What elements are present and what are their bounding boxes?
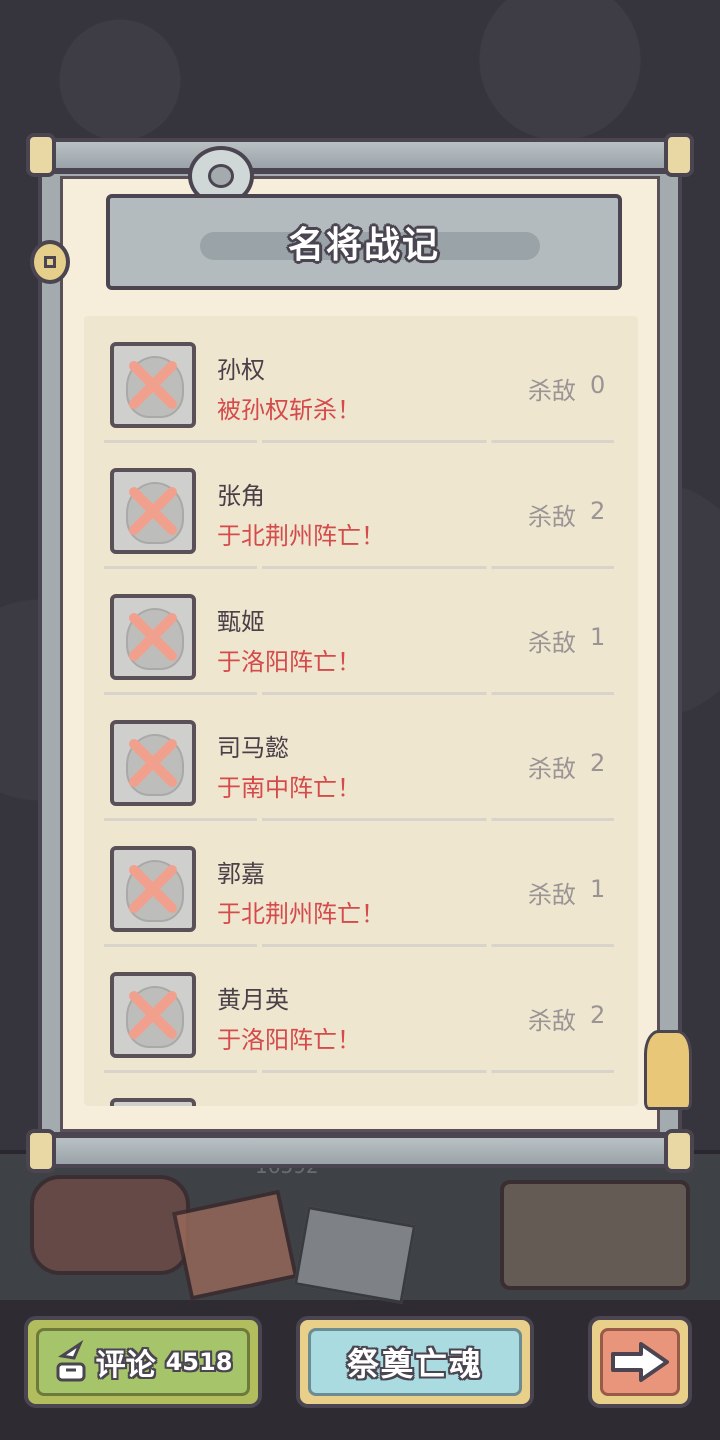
general-name: 司马懿 <box>217 734 289 762</box>
mourn-label: 祭奠亡魂 <box>346 1345 483 1383</box>
scroll-rod-bottom <box>26 1129 694 1173</box>
dead-x-icon <box>129 865 177 913</box>
tassel-ornament-icon <box>644 1030 692 1110</box>
general-name: 甄姬 <box>217 608 265 636</box>
kill-label: 杀敌 <box>528 503 576 531</box>
dead-x-icon <box>129 487 177 535</box>
avatar <box>110 972 196 1058</box>
comment-count: 4518 <box>165 1348 233 1376</box>
avatar <box>110 342 196 428</box>
coin-ornament-icon <box>30 240 70 284</box>
kill-count: 0 <box>590 371 606 399</box>
avatar <box>110 720 196 806</box>
kill-label: 杀敌 <box>528 755 576 783</box>
list-item[interactable]: 孙权 被孙权斩杀！ 杀敌 0 <box>104 316 614 443</box>
kill-count: 1 <box>590 623 606 651</box>
general-name: 郭嘉 <box>217 860 265 888</box>
general-fate: 于北荆州阵亡！ <box>217 522 385 550</box>
avatar <box>110 468 196 554</box>
kill-count: 2 <box>590 1001 606 1029</box>
basket-decoration <box>500 1180 690 1290</box>
general-fate: 于南中阵亡！ <box>217 774 361 802</box>
list-item[interactable]: 张角 于北荆州阵亡！ 杀敌 2 <box>104 442 614 569</box>
kill-label: 杀敌 <box>528 377 576 405</box>
general-name: 孙权 <box>217 356 265 384</box>
quill-ink-icon <box>56 1340 86 1382</box>
scroll-bundle-decoration <box>30 1175 190 1275</box>
kill-count: 1 <box>590 875 606 903</box>
general-name: 张角 <box>217 482 265 510</box>
avatar <box>110 594 196 680</box>
next-button[interactable] <box>588 1316 692 1408</box>
rod-cap-left <box>26 133 56 177</box>
rod-cap-left <box>26 1129 56 1173</box>
comment-label: 评论 <box>95 1348 156 1383</box>
arrow-right-icon <box>611 1342 669 1382</box>
kill-count: 2 <box>590 497 606 525</box>
kill-count: 2 <box>590 749 606 777</box>
general-fate: 于洛阳阵亡！ <box>217 1026 361 1054</box>
page-title: 名将战记 <box>287 225 440 266</box>
general-name: 黄月英 <box>217 986 289 1014</box>
mourn-button[interactable]: 祭奠亡魂 <box>296 1316 534 1408</box>
rod-cap-right <box>664 1129 694 1173</box>
list-item[interactable]: 甄姬 于洛阳阵亡！ 杀敌 1 <box>104 568 614 695</box>
list-item[interactable]: 司马懿 于南中阵亡！ 杀敌 2 <box>104 694 614 821</box>
avatar <box>110 846 196 932</box>
dead-x-icon <box>129 991 177 1039</box>
kill-label: 杀敌 <box>528 1007 576 1035</box>
title-plaque: 名将战记 <box>106 194 622 290</box>
list-item-partial[interactable] <box>104 1072 614 1106</box>
list-item[interactable]: 黄月英 于洛阳阵亡！ 杀敌 2 <box>104 946 614 1073</box>
scroll-rod-top <box>26 133 694 177</box>
battle-record-list[interactable]: 孙权 被孙权斩杀！ 杀敌 0 张角 于北荆州阵亡！ 杀敌 2 甄姬 于洛阳阵亡！… <box>84 316 638 1106</box>
general-fate: 于洛阳阵亡！ <box>217 648 361 676</box>
dead-x-icon <box>129 613 177 661</box>
list-item[interactable]: 郭嘉 于北荆州阵亡！ 杀敌 1 <box>104 820 614 947</box>
dead-x-icon <box>129 739 177 787</box>
dead-x-icon <box>129 361 177 409</box>
general-fate: 被孙权斩杀！ <box>217 396 361 424</box>
rod-cap-right <box>664 133 694 177</box>
comment-button[interactable]: 评论 4518 <box>24 1316 262 1408</box>
kill-label: 杀敌 <box>528 629 576 657</box>
avatar <box>110 1098 196 1106</box>
kill-label: 杀敌 <box>528 881 576 909</box>
general-fate: 于北荆州阵亡！ <box>217 900 385 928</box>
